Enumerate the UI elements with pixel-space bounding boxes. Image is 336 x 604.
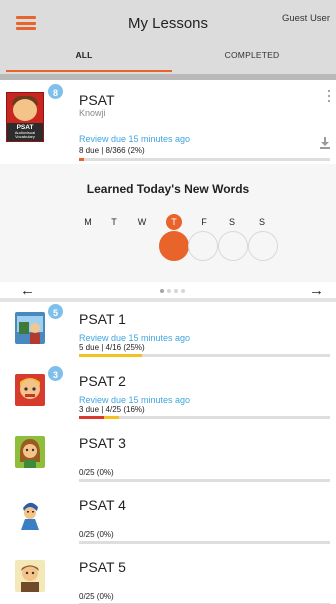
featured-course-card[interactable]: PSAT Audiovisual Vocabulary 8 PSAT Knowj… <box>0 80 336 164</box>
lesson-progress-fill <box>79 416 105 419</box>
weekday-label: T <box>111 217 117 227</box>
active-tab-indicator <box>6 70 172 72</box>
daily-streak-panel: Learned Today's New Words M T W T F S S <box>0 164 336 282</box>
lesson-row[interactable]: 3 PSAT 2 Review due 15 minutes ago 3 due | … <box>0 364 336 426</box>
lesson-thumbnail <box>15 374 45 406</box>
tab-all[interactable]: ALL <box>0 50 168 60</box>
page-indicator-dot[interactable] <box>174 289 178 293</box>
day-completion-circle <box>248 231 278 261</box>
weekday-label: M <box>84 217 92 227</box>
weekday-label: T <box>166 214 182 230</box>
course-progress-fill <box>79 158 85 161</box>
due-count-badge: 8 <box>46 82 65 101</box>
page-indicator-dot[interactable] <box>160 289 164 293</box>
lesson-thumbnail <box>15 498 45 530</box>
due-summary: 8 due | 8/366 (2%) <box>79 146 145 155</box>
streak-title: Learned Today's New Words <box>86 182 250 196</box>
weekday-label: S <box>228 217 235 227</box>
day-completion-circle <box>188 231 218 261</box>
day-completion-circle <box>159 231 189 261</box>
lesson-row[interactable]: PSAT 5 0/25 (0%) <box>0 550 336 604</box>
lesson-title: PSAT 3 <box>79 435 126 451</box>
course-cover-image: PSAT Audiovisual Vocabulary <box>6 92 44 142</box>
due-count-badge: 5 <box>46 302 65 321</box>
app-bar: My Lessons Guest User ALL COMPLETED <box>0 0 336 74</box>
lesson-title: PSAT 4 <box>79 497 126 513</box>
page-indicator-dot[interactable] <box>181 289 185 293</box>
page-indicator-dot[interactable] <box>167 289 171 293</box>
due-summary: 0/25 (0%) <box>79 468 114 477</box>
lesson-progress-bar <box>79 354 330 357</box>
course-publisher: Knowji <box>79 108 106 118</box>
review-due-text: Review due 15 minutes ago <box>79 333 191 343</box>
lesson-row[interactable]: 5 PSAT 1 Review due 15 minutes ago 5 due | … <box>0 302 336 364</box>
lesson-row[interactable]: PSAT 3 0/25 (0%) <box>0 426 336 488</box>
tab-completed[interactable]: COMPLETED <box>168 50 336 60</box>
next-arrow-icon[interactable]: → <box>309 283 324 298</box>
more-options-icon[interactable] <box>326 90 332 104</box>
cover-subtitle: Audiovisual Vocabulary <box>14 130 36 139</box>
day-completion-circle <box>218 231 248 261</box>
lesson-progress-bar <box>79 541 330 544</box>
due-summary: 0/25 (0%) <box>79 530 114 539</box>
download-icon[interactable] <box>320 137 330 149</box>
due-summary: 0/25 (0%) <box>79 592 114 601</box>
lesson-thumbnail <box>15 312 45 344</box>
course-title: PSAT <box>79 92 115 108</box>
due-summary: 3 due | 4/25 (16%) <box>79 405 145 414</box>
lesson-title: PSAT 5 <box>79 559 126 575</box>
lesson-title: PSAT 2 <box>79 373 126 389</box>
lesson-progress-fill <box>79 354 142 357</box>
course-progress-bar <box>79 158 330 161</box>
lesson-thumbnail <box>15 560 45 592</box>
lesson-row[interactable]: PSAT 4 0/25 (0%) <box>0 488 336 550</box>
due-count-badge: 3 <box>46 364 65 383</box>
weekday-label: W <box>137 217 147 227</box>
lesson-progress-bar <box>79 416 330 419</box>
due-summary: 5 due | 4/16 (25%) <box>79 343 145 352</box>
lesson-title: PSAT 1 <box>79 311 126 327</box>
review-due-text: Review due 15 minutes ago <box>79 134 191 144</box>
review-due-text: Review due 15 minutes ago <box>79 395 191 405</box>
weekday-label: S <box>258 217 265 227</box>
lesson-progress-fill <box>104 416 120 419</box>
lesson-progress-bar <box>79 479 330 482</box>
lesson-thumbnail <box>15 436 45 468</box>
user-name[interactable]: Guest User <box>282 13 330 24</box>
previous-arrow-icon[interactable]: ← <box>20 283 35 298</box>
weekday-label: F <box>201 217 207 227</box>
